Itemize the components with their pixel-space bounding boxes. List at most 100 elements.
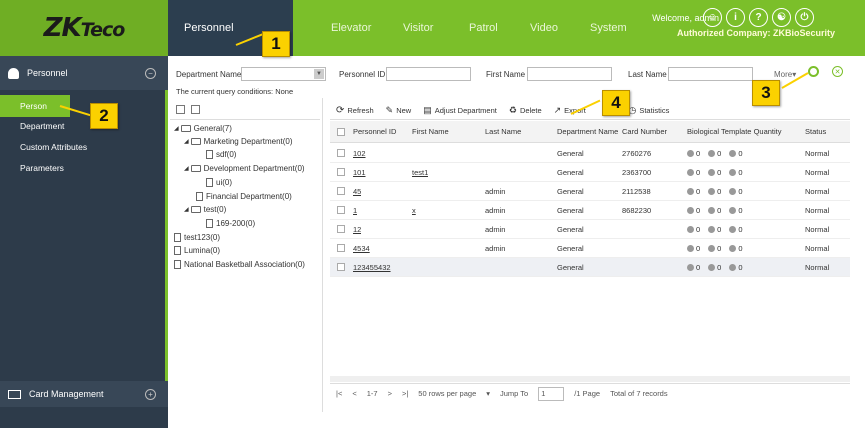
help-icon[interactable]: ? [749, 8, 768, 27]
tree-node[interactable]: Lumina(0) [174, 246, 220, 255]
table-cell-card: 2363700 [622, 168, 652, 177]
adjust-department-button[interactable]: ▤ Adjust Department [423, 105, 497, 116]
power-icon[interactable]: ⏻ [795, 8, 814, 27]
tree-node[interactable]: test123(0) [174, 233, 220, 242]
row-checkbox[interactable] [337, 206, 345, 214]
delete-icon: ♻ [508, 105, 517, 115]
first-name-input[interactable] [527, 67, 612, 81]
info-icon[interactable]: i [726, 8, 745, 27]
tab-elevator[interactable]: Elevator [331, 0, 371, 56]
collapse-all-icon[interactable] [191, 105, 200, 114]
tree-node[interactable]: ui(0) [206, 178, 232, 187]
row-checkbox[interactable] [337, 244, 345, 252]
table-row[interactable]: 101 test1 General 2363700 0 0 0 Normal [330, 163, 850, 182]
table-cell-id[interactable]: 101 [353, 163, 366, 182]
table-cell-id[interactable]: 4534 [353, 239, 370, 258]
expand-all-icon[interactable] [176, 105, 185, 114]
tree-node[interactable]: Financial Department(0) [196, 192, 292, 201]
column-header[interactable]: Department Name [557, 127, 618, 136]
more-filters-button[interactable]: More▾ [774, 70, 796, 79]
tab-visitor[interactable]: Visitor [403, 0, 433, 56]
tree-node[interactable]: ◢ General(7) [174, 124, 232, 133]
sidebar-item-parameters[interactable]: Parameters [0, 157, 168, 179]
table-cell-id[interactable]: 12 [353, 220, 361, 239]
column-header[interactable]: Personnel ID [353, 127, 396, 136]
sidebar-item-department[interactable]: Department [0, 115, 168, 137]
jump-input[interactable]: 1 [538, 386, 565, 401]
sidebar-card-management[interactable]: Card Management + [0, 381, 168, 407]
table-cell-id[interactable]: 102 [353, 144, 366, 163]
table-row[interactable]: 102 General 2760276 0 0 0 Normal [330, 144, 850, 163]
search-icon[interactable] [808, 66, 819, 77]
column-header[interactable]: Biological Template Quantity [687, 127, 782, 136]
tab-patrol[interactable]: Patrol [469, 0, 498, 56]
rows-per-page-chevron-icon[interactable]: ▾ [486, 389, 490, 398]
table-cell-status: Normal [805, 244, 830, 253]
row-checkbox[interactable] [337, 168, 345, 176]
table-cell-last: admin [485, 244, 506, 253]
new-button[interactable]: ✎ New [386, 105, 412, 116]
card-icon [8, 389, 21, 399]
export-button[interactable]: ↗Export [554, 105, 586, 116]
table-row[interactable]: 1 x admin General 8682230 0 0 0 Normal [330, 201, 850, 220]
table-cell-first[interactable]: test1 [412, 163, 428, 182]
statistics-button[interactable]: ◷ Statistics [628, 105, 669, 116]
table-row[interactable]: 45 admin General 2112538 0 0 0 Normal [330, 182, 850, 201]
table-cell-id[interactable]: 123455432 [353, 258, 391, 277]
last-name-input[interactable] [668, 67, 753, 81]
column-header[interactable]: Last Name [485, 127, 521, 136]
column-header[interactable]: Card Number [622, 127, 667, 136]
row-checkbox[interactable] [337, 225, 345, 233]
table-cell-bio: 000 [687, 220, 751, 239]
table-row[interactable]: 123455432 General 0 0 0 Normal [330, 258, 850, 277]
tree-node[interactable]: ◢ test(0) [184, 205, 226, 214]
table-cell-id[interactable]: 45 [353, 182, 361, 201]
expand-icon[interactable]: + [145, 388, 156, 400]
account-icon[interactable]: ☯ [772, 8, 791, 27]
table-cell-dept: General [557, 206, 584, 215]
tree-node[interactable]: ◢ Marketing Department(0) [184, 137, 293, 146]
select-all-checkbox[interactable] [337, 127, 345, 136]
company-text: Authorized Company: ZKBioSecurity [676, 28, 835, 38]
column-header[interactable]: First Name [412, 127, 449, 136]
refresh-button[interactable]: ⟳ Refresh [336, 105, 374, 116]
rows-per-page-select[interactable]: 50 rows per page [418, 389, 476, 398]
department-select[interactable]: ▼ [241, 67, 326, 81]
tree-node[interactable]: 169-200(0) [206, 219, 255, 228]
personnel-id-input[interactable] [386, 67, 471, 81]
callout-1: 1 [262, 31, 290, 57]
last-page-icon[interactable]: >| [402, 389, 408, 398]
personnel-id-label: Personnel ID [339, 70, 386, 79]
query-conditions: The current query conditions: None [176, 87, 294, 96]
tab-video[interactable]: Video [530, 0, 558, 56]
tree-node[interactable]: National Basketball Association(0) [174, 260, 305, 269]
table-cell-bio: 000 [687, 144, 751, 163]
first-page-icon[interactable]: |< [336, 389, 342, 398]
column-header[interactable]: Status [805, 127, 826, 136]
tree-node[interactable]: ◢ Development Department(0) [184, 164, 305, 173]
callout-2: 2 [90, 103, 118, 129]
face-icon [708, 188, 716, 195]
sidebar-item-custom-attributes[interactable]: Custom Attributes [0, 136, 168, 158]
table-cell-first[interactable]: x [412, 201, 416, 220]
next-page-icon[interactable]: > [388, 389, 392, 398]
row-checkbox[interactable] [337, 149, 345, 157]
row-checkbox[interactable] [337, 187, 345, 195]
delete-button[interactable]: ♻ Delete [509, 105, 542, 116]
tree-node[interactable]: sdf(0) [206, 150, 236, 159]
face-icon [708, 226, 716, 233]
user-icon[interactable]: ☺ [703, 8, 722, 27]
sidebar-header[interactable]: Personnel − [0, 56, 168, 90]
collapse-icon[interactable]: − [145, 67, 156, 79]
row-checkbox[interactable] [337, 263, 345, 271]
horizontal-scrollbar[interactable] [330, 376, 850, 382]
table-row[interactable]: 12 admin General 0 0 0 Normal [330, 220, 850, 239]
palm-icon [729, 245, 737, 252]
first-name-label: First Name [486, 70, 526, 79]
clear-icon[interactable]: ✕ [832, 66, 843, 77]
prev-page-icon[interactable]: < [352, 389, 356, 398]
table-row[interactable]: 4534 admin General 0 0 0 Normal [330, 239, 850, 258]
tab-system[interactable]: System [590, 0, 627, 56]
folder-icon [190, 138, 201, 145]
table-cell-id[interactable]: 1 [353, 201, 357, 220]
